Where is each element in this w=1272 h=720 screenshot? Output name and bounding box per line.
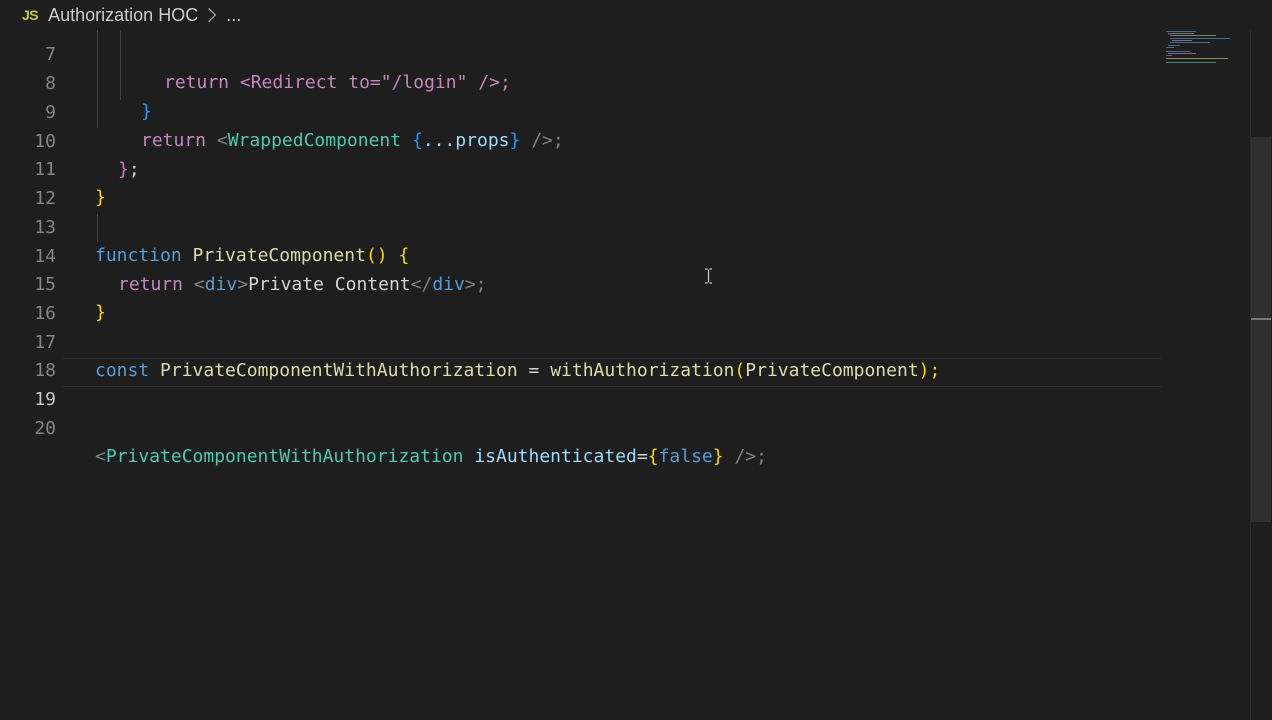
minimap-line (1170, 38, 1230, 39)
code-line-19[interactable]: 19 (0, 357, 1250, 410)
minimap-line (1166, 55, 1172, 56)
code-line-12[interactable]: 12 (0, 156, 1250, 209)
token: { (647, 446, 659, 468)
minimap-line (1168, 33, 1194, 34)
code-line-17[interactable]: 17 const PrivateComponentWithAuthorizati… (0, 300, 1250, 382)
code-area[interactable]: 7 return <Redirect to="/login" />; 8 } 9… (0, 0, 1250, 720)
token: < (95, 446, 106, 468)
line-number: 20 (34, 417, 56, 439)
chevron-right-icon (202, 7, 217, 23)
text-cursor-icon (705, 268, 712, 284)
minimap[interactable] (1164, 30, 1250, 70)
js-file-icon: JS (22, 7, 39, 23)
code-line-18[interactable]: 18 (0, 328, 1250, 381)
minimap-line (1166, 31, 1196, 32)
code-line-14[interactable]: 14 return <div>Private Content</div>; (0, 214, 1250, 296)
code-line-15[interactable]: 15 } (0, 242, 1250, 324)
breadcrumb-file[interactable]: Authorization HOC (48, 5, 198, 26)
token: } (712, 446, 724, 468)
token: PrivateComponentWithAuthorization (105, 446, 464, 468)
scrollbar-cursor-marker (1251, 318, 1271, 320)
code-line-13[interactable]: 13 function PrivateComponent() { (0, 185, 1250, 267)
code-line-11[interactable]: 11 } (0, 127, 1250, 209)
minimap-line (1170, 42, 1210, 43)
minimap-line (1172, 40, 1192, 41)
minimap-line (1168, 45, 1180, 46)
minimap-line (1166, 58, 1228, 59)
line-text: <PrivateComponentWithAuthorization isAut… (95, 443, 767, 472)
code-line-16[interactable]: 16 (0, 271, 1250, 324)
minimap-line (1166, 51, 1190, 52)
breadcrumb-ellipsis[interactable]: ... (226, 5, 241, 26)
code-line-10[interactable]: 10 }; (0, 99, 1250, 181)
breadcrumb: JS Authorization HOC ... (0, 0, 1272, 30)
code-line-9[interactable]: 9 return <WrappedComponent {...props} />… (0, 70, 1250, 152)
minimap-line (1170, 35, 1216, 36)
token: isAuthenticated (474, 446, 637, 468)
code-line-8[interactable]: 8 } (0, 41, 1250, 123)
token: />; (734, 446, 767, 468)
minimap-line (1166, 47, 1174, 48)
vertical-scrollbar-thumb[interactable] (1251, 137, 1271, 522)
token: = (636, 446, 648, 468)
code-editor[interactable]: 7 return <Redirect to="/login" />; 8 } 9… (0, 0, 1272, 720)
token: false (658, 446, 713, 468)
code-line-20[interactable]: 20 <PrivateComponentWithAuthorization is… (0, 386, 1250, 468)
minimap-line (1168, 53, 1196, 54)
minimap-line (1166, 62, 1216, 63)
